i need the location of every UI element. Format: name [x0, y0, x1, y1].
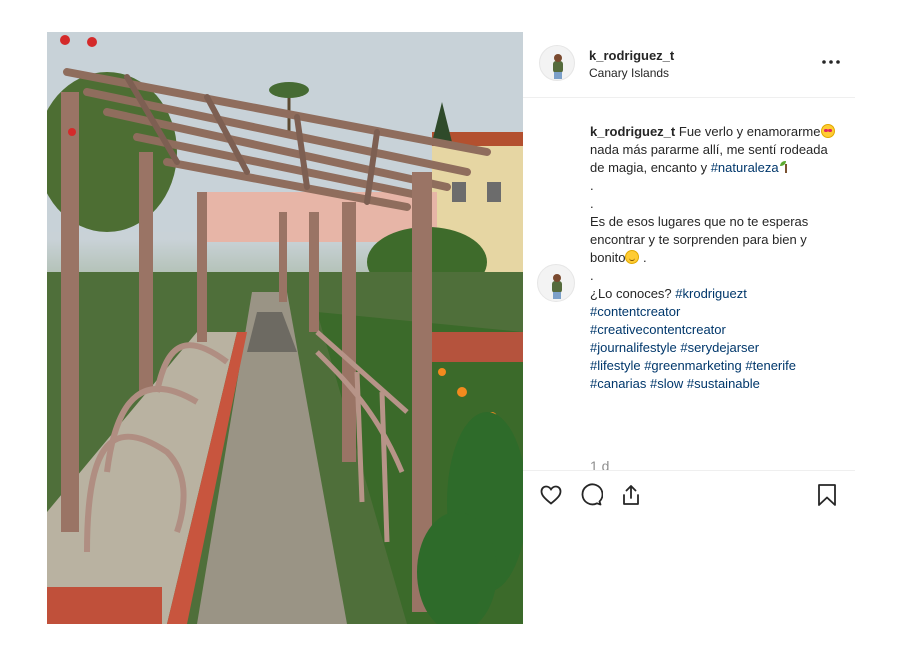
- bookmark-icon: [818, 484, 836, 506]
- avatar[interactable]: [539, 45, 575, 81]
- post-photo[interactable]: [47, 32, 523, 624]
- share-button[interactable]: [617, 481, 645, 509]
- hashtag[interactable]: #sustainable: [687, 376, 760, 391]
- more-options-button[interactable]: [819, 50, 843, 74]
- hashtag[interactable]: #serydejarser: [680, 340, 759, 355]
- caption-username[interactable]: k_rodriguez_t: [590, 124, 675, 139]
- hashtag[interactable]: #journalifestyle: [590, 340, 677, 355]
- hashtag[interactable]: #tenerife: [745, 358, 796, 373]
- caption-dot: .: [590, 178, 594, 193]
- post-time-ago[interactable]: 1 d: [590, 458, 609, 470]
- garden-pergola-photo: [47, 32, 523, 624]
- instagram-post: k_rodriguez_t Canary Islands k_rodriguez…: [47, 32, 855, 624]
- caption-para2-end: .: [639, 250, 647, 265]
- caption-text: k_rodriguez_t Fue verlo y enamorarme nad…: [590, 123, 840, 393]
- post-username[interactable]: k_rodriguez_t: [589, 48, 674, 63]
- hashtag[interactable]: #contentcreator: [590, 304, 680, 319]
- post-footer: [523, 520, 855, 624]
- heart-icon: [540, 485, 562, 505]
- post-header: k_rodriguez_t Canary Islands: [523, 32, 855, 98]
- like-button[interactable]: [537, 481, 565, 509]
- comment-icon: [581, 483, 603, 506]
- hashtag[interactable]: #krodriguezt: [675, 286, 747, 301]
- caption-area: k_rodriguez_t Fue verlo y enamorarme nad…: [523, 98, 855, 470]
- hashtag-naturaleza[interactable]: #naturaleza: [711, 160, 779, 175]
- save-button[interactable]: [813, 481, 841, 509]
- hashtag[interactable]: #creativecontentcreator: [590, 322, 726, 337]
- hashtag[interactable]: #lifestyle: [590, 358, 641, 373]
- action-bar: [523, 470, 855, 520]
- caption-dot: .: [590, 268, 594, 283]
- heart-eyes-emoji-icon: [820, 124, 835, 138]
- hashtag[interactable]: #greenmarketing: [644, 358, 742, 373]
- caption-dot: .: [590, 196, 594, 211]
- caption-para2: Es de esos lugares que no te esperas enc…: [590, 214, 812, 265]
- hashtag[interactable]: #slow: [650, 376, 683, 391]
- share-icon: [623, 485, 639, 505]
- comment-button[interactable]: [577, 481, 605, 509]
- hashtag[interactable]: #canarias: [590, 376, 646, 391]
- smile-emoji-icon: [625, 250, 640, 264]
- avatar-person-icon: [553, 54, 563, 79]
- caption-avatar[interactable]: [537, 264, 575, 302]
- caption-line1: Fue verlo y enamorarme: [678, 124, 821, 139]
- avatar-person-icon: [552, 274, 562, 299]
- post-location[interactable]: Canary Islands: [589, 66, 669, 80]
- post-sidebar: k_rodriguez_t Canary Islands k_rodriguez…: [523, 32, 855, 624]
- seedling-emoji-icon: [779, 160, 793, 174]
- more-options-icon: [822, 60, 840, 64]
- caption-question: ¿Lo conoces?: [590, 286, 676, 301]
